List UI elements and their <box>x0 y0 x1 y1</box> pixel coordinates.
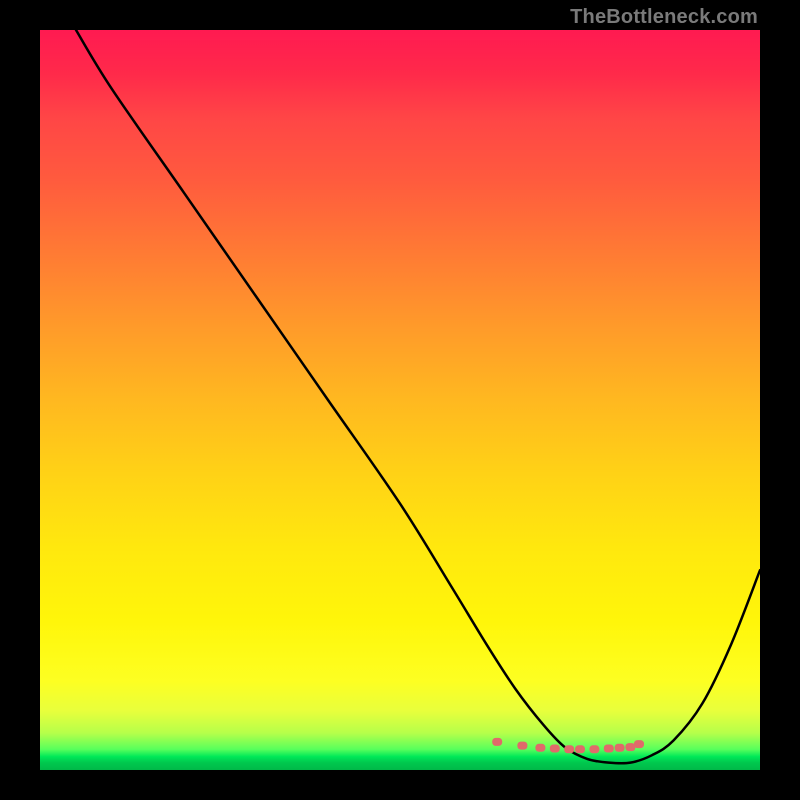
optimal-dot <box>625 743 635 751</box>
optimal-dot <box>615 744 625 752</box>
optimal-dot <box>535 744 545 752</box>
optimal-dot <box>575 745 585 753</box>
bottleneck-curve-path <box>76 30 760 763</box>
plot-area <box>40 30 760 770</box>
watermark-text: TheBottleneck.com <box>570 6 758 29</box>
optimal-dot <box>564 745 574 753</box>
optimal-dot <box>517 742 527 750</box>
optimal-dot <box>604 745 614 753</box>
optimal-dot <box>589 745 599 753</box>
chart-stage: TheBottleneck.com <box>0 0 800 800</box>
optimal-dot <box>492 738 502 746</box>
optimal-dot <box>634 740 644 748</box>
optimal-dot <box>550 745 560 753</box>
curve-svg <box>40 30 760 770</box>
optimal-range-dots <box>492 738 644 753</box>
